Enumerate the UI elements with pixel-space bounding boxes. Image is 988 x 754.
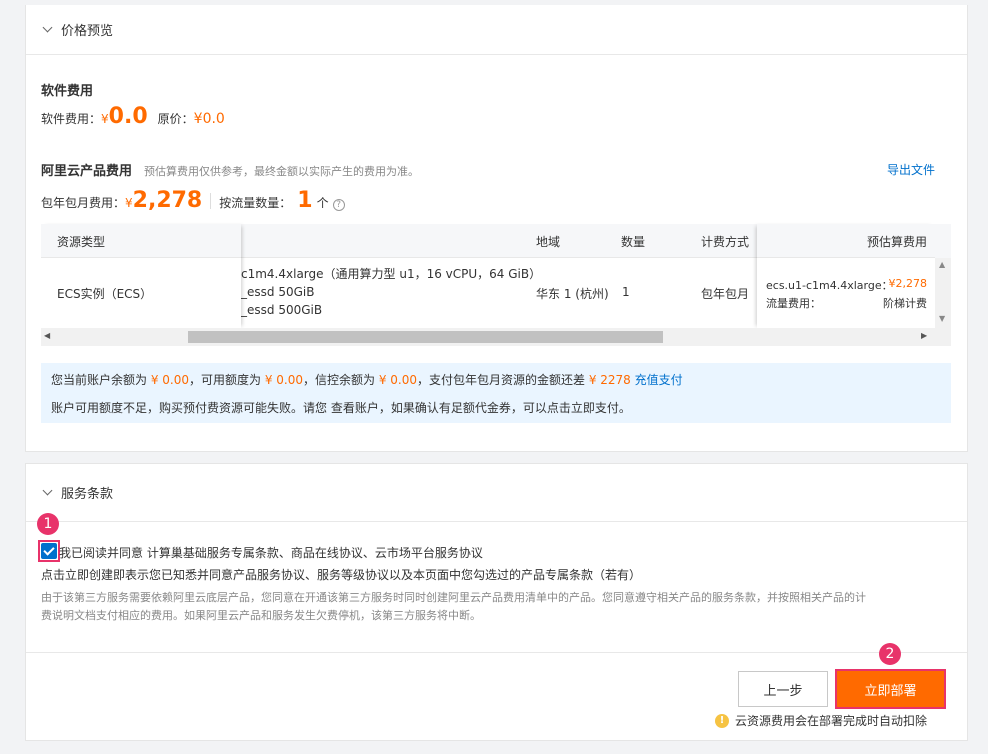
scroll-up-icon[interactable]: ▲ [939, 260, 945, 269]
software-fee-line: 软件费用： ¥ 0.0 原价： ¥0.0 [41, 104, 225, 129]
prev-step-button[interactable]: 上一步 [738, 671, 828, 707]
notice-text: ，信控余额为 [303, 373, 379, 387]
spec-line: c1m4.4xlarge（通用算力型 u1，16 vCPU，64 GiB） [241, 267, 542, 281]
software-fee-title: 软件费用 [41, 84, 94, 99]
warning-icon: ! [715, 713, 729, 728]
terms-header[interactable]: 服务条款 [26, 464, 967, 522]
col-estimated-fee-fixed: 预估算费用 [866, 235, 927, 249]
scrollbar-thumb[interactable] [188, 331, 663, 343]
available-credit: ¥ 0.00 [264, 373, 303, 387]
checkbox-highlight [38, 540, 60, 562]
est-line2-value: 阶梯计费 [883, 297, 927, 310]
spec-line: _essd 50GiB [241, 285, 315, 299]
software-fee-label: 软件费用： [41, 112, 102, 126]
terms-title: 服务条款 [61, 487, 114, 502]
original-price-label: 原价： [157, 112, 194, 126]
vertical-scrollbar[interactable]: ▲ ▼ [935, 258, 951, 328]
software-fee-value: 0.0 [108, 104, 148, 129]
subscription-fee-value: 2,278 [132, 188, 203, 213]
traffic-count: 1 [297, 188, 313, 213]
col-billing: 计费方式 [701, 235, 750, 249]
scroll-left-icon[interactable]: ◀ [44, 331, 50, 340]
help-icon[interactable]: ? [332, 199, 345, 211]
cloud-fee-note: 预估算费用仅供参考，最终金额以实际产生的费用为准。 [144, 165, 420, 178]
region-cell: 华东 1 (杭州) [536, 287, 609, 301]
credit-balance: ¥ 0.00 [378, 373, 417, 387]
cloud-fee-title: 阿里云产品费用 [41, 164, 133, 179]
horizontal-scrollbar[interactable]: ◀ ▶ [41, 328, 951, 346]
quantity-cell: 1 [622, 285, 630, 299]
chevron-down-icon [42, 22, 53, 33]
terms-desc-line2: 费说明文档支付相应的费用。如果阿里云产品和服务发生欠费停机，该第三方服务将中断。 [41, 609, 481, 622]
subscription-fee-currency: ¥ [125, 196, 133, 210]
original-price-value: ¥0.0 [193, 111, 225, 127]
scroll-right-icon[interactable]: ▶ [921, 331, 927, 340]
deploy-hint: ! 云资源费用会在部署完成时自动扣除 [715, 712, 927, 729]
deploy-highlight [835, 669, 946, 709]
balance-notice-line1: 您当前账户余额为 ¥ 0.00，可用额度为 ¥ 0.00，信控余额为 ¥ 0.0… [51, 371, 941, 389]
divider [210, 192, 212, 209]
notice-text: 您当前账户余额为 [51, 373, 151, 387]
notice-text: ，支付包年包月资源的金额还差 [417, 373, 589, 387]
col-region: 地域 [536, 235, 561, 249]
est-line2-label: 流量费用： [766, 297, 821, 310]
subscription-fee-label: 包年包月费用： [41, 196, 126, 210]
terms-desc-line1: 由于该第三方服务需要依赖阿里云底层产品，您同意在开通该第三方服务时同时创建阿里云… [41, 591, 866, 604]
notice-text: ，可用额度为 [189, 373, 265, 387]
billing-cell: 包年包月 [701, 287, 750, 301]
header-right-cap [935, 224, 951, 258]
software-fee-currency: ¥ [101, 112, 109, 126]
terms-divider [26, 652, 967, 653]
price-preview-title: 价格预览 [61, 24, 114, 39]
agree-text[interactable]: 我已阅读并同意 计算巢基础服务专属条款、商品在线协议、云市场平台服务协议 [59, 544, 483, 561]
deploy-hint-text: 云资源费用会在部署完成时自动扣除 [735, 714, 928, 728]
cloud-fee-heading: 阿里云产品费用 预估算费用仅供参考，最终金额以实际产生的费用为准。 [41, 160, 419, 179]
fixed-right-column: 预估算费用 ecs.u1-c1m4.4xlarge： ¥2,278 流量费用： … [757, 224, 935, 328]
price-preview-header[interactable]: 价格预览 [26, 5, 967, 55]
chevron-down-icon [42, 485, 53, 496]
balance-notice-line2: 账户可用额度不足，购买预付费资源可能失败。请您 查看账户，如果确认有足额代金券，… [51, 401, 631, 415]
resource-type-cell: ECS实例（ECS） [57, 287, 153, 301]
amount-short: ¥ 2278 [588, 373, 631, 387]
col-quantity: 数量 [621, 235, 646, 249]
traffic-label: 按流量数量： [219, 196, 292, 210]
terms-statement: 点击立即创建即表示您已知悉并同意产品服务协议、服务等级协议以及本页面中您勾选过的… [41, 568, 642, 582]
traffic-unit: 个 [316, 196, 329, 210]
balance-notice: 您当前账户余额为 ¥ 0.00，可用额度为 ¥ 0.00，信控余额为 ¥ 0.0… [41, 363, 951, 423]
step-badge-2: 2 [879, 643, 901, 665]
recharge-link[interactable]: 充值支付 [631, 373, 683, 387]
est-line1-value: ¥2,278 [888, 277, 928, 290]
account-balance: ¥ 0.00 [150, 373, 189, 387]
scroll-down-icon[interactable]: ▼ [939, 314, 945, 323]
step-badge-1: 1 [37, 513, 59, 535]
spec-line: _essd 500GiB [241, 303, 323, 317]
spec-cell: c1m4.4xlarge（通用算力型 u1，16 vCPU，64 GiB） _e… [241, 265, 541, 319]
est-line1-label: ecs.u1-c1m4.4xlarge： [766, 279, 893, 292]
col-resource-type-fixed: 资源类型 [57, 235, 106, 249]
export-file-link[interactable]: 导出文件 [887, 161, 935, 178]
fixed-left-column: 资源类型 ECS实例（ECS） [41, 224, 241, 328]
subscription-fee-line: 包年包月费用： ¥ 2,278 按流量数量： 1 个 ? [41, 188, 345, 213]
